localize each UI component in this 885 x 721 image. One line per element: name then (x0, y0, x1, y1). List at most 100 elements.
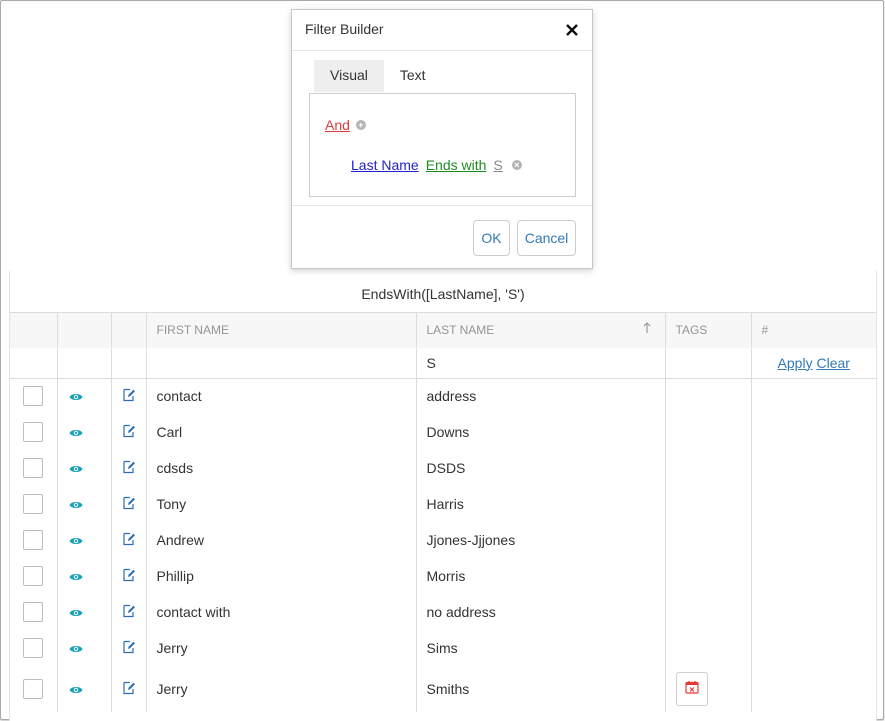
view-eye-icon[interactable] (69, 533, 83, 549)
number-cell (751, 594, 876, 630)
condition-value-link[interactable]: S (493, 157, 502, 173)
number-cell (751, 522, 876, 558)
apply-filter-link[interactable]: Apply (778, 355, 813, 371)
view-eye-icon[interactable] (69, 605, 83, 621)
edit-pencil-icon[interactable] (122, 681, 136, 698)
row-select-cell (10, 558, 58, 594)
edit-pencil-icon[interactable] (122, 424, 136, 441)
first-name-cell: contact with (146, 594, 417, 630)
cancel-button[interactable]: Cancel (517, 220, 576, 256)
window-frame: EndsWith([LastName], 'S') FIRST NAME LAS… (0, 0, 884, 721)
edit-pencil-icon[interactable] (122, 532, 136, 549)
number-cell (751, 450, 876, 486)
filter-cell-select (10, 347, 58, 379)
condition-operation-link[interactable]: Ends with (426, 157, 487, 173)
last-name-cell: Smiths (416, 666, 666, 712)
row-view-cell (57, 666, 112, 712)
condition-field-link[interactable]: Last Name (351, 157, 419, 173)
row-edit-cell (111, 666, 147, 712)
row-view-cell (57, 486, 112, 522)
table-row: contact address (10, 378, 876, 414)
number-cell (751, 558, 876, 594)
header-tags[interactable]: TAGS (665, 313, 752, 348)
view-eye-icon[interactable] (69, 461, 83, 477)
row-checkbox[interactable] (23, 422, 43, 442)
view-eye-icon[interactable] (69, 425, 83, 441)
row-view-cell (57, 378, 112, 414)
ok-button[interactable]: OK (473, 220, 510, 256)
last-name-cell: DSDS (416, 450, 666, 486)
edit-pencil-icon[interactable] (122, 388, 136, 405)
group-operator-link[interactable]: And (325, 117, 350, 133)
row-edit-cell (111, 486, 147, 522)
first-name-filter-input[interactable] (156, 354, 406, 371)
first-name-cell: Jerry (146, 630, 417, 666)
condition-row: Last Name Ends with S × (351, 157, 522, 173)
table-row: Tony Harris (10, 486, 876, 522)
tags-cell (665, 558, 752, 594)
close-icon[interactable] (564, 19, 580, 39)
edit-pencil-icon[interactable] (122, 460, 136, 477)
last-name-filter-input[interactable] (426, 354, 655, 371)
view-eye-icon[interactable] (69, 682, 83, 698)
row-select-cell (10, 486, 58, 522)
calendar-icon[interactable] (675, 672, 708, 706)
row-select-cell (10, 378, 58, 414)
edit-pencil-icon[interactable] (122, 604, 136, 621)
table-row: contact with no address (10, 594, 876, 630)
row-checkbox[interactable] (23, 386, 43, 407)
header-view (57, 313, 112, 348)
row-checkbox[interactable] (23, 494, 43, 514)
first-name-cell: Carl (146, 414, 417, 450)
row-edit-cell (111, 558, 147, 594)
tab-visual[interactable]: Visual (314, 60, 384, 92)
row-checkbox[interactable] (23, 530, 43, 550)
tags-cell (665, 630, 752, 666)
row-checkbox[interactable] (23, 679, 43, 699)
row-checkbox[interactable] (23, 638, 43, 658)
grid-body: contact address Carl Downs cdsds DSDS Tony Harr… (10, 378, 876, 712)
tags-cell (665, 666, 752, 712)
view-eye-icon[interactable] (69, 569, 83, 585)
row-edit-cell (111, 630, 147, 666)
first-name-cell: contact (146, 378, 417, 414)
dialog-footer-divider (292, 205, 592, 206)
filter-cell-tags (665, 347, 752, 379)
row-edit-cell (111, 450, 147, 486)
tags-cell (665, 414, 752, 450)
tags-cell (665, 378, 752, 414)
header-last-name[interactable]: LAST NAME (416, 313, 666, 348)
last-name-cell: no address (416, 594, 666, 630)
tab-text[interactable]: Text (384, 60, 442, 92)
view-eye-icon[interactable] (69, 641, 83, 657)
number-cell (751, 414, 876, 450)
edit-pencil-icon[interactable] (122, 496, 136, 513)
row-edit-cell (111, 378, 147, 414)
table-row: cdsds DSDS (10, 450, 876, 486)
row-select-cell (10, 414, 58, 450)
header-first-name[interactable]: FIRST NAME (146, 313, 417, 348)
clear-filter-link[interactable]: Clear (816, 355, 849, 371)
view-eye-icon[interactable] (69, 389, 83, 405)
header-number[interactable]: # (751, 313, 876, 348)
first-name-cell: Jerry (146, 666, 417, 712)
row-view-cell (57, 450, 112, 486)
row-checkbox[interactable] (23, 602, 43, 622)
tags-cell (665, 594, 752, 630)
row-edit-cell (111, 594, 147, 630)
table-row: Jerry Smiths (10, 666, 876, 712)
edit-pencil-icon[interactable] (122, 640, 136, 657)
filter-cell-first-name (146, 347, 417, 379)
row-checkbox[interactable] (23, 566, 43, 586)
add-condition-icon[interactable]: + (355, 120, 366, 131)
filter-builder-dialog: Filter Builder Visual Text And + Last Name… (291, 9, 593, 269)
row-checkbox[interactable] (23, 458, 43, 478)
edit-pencil-icon[interactable] (122, 568, 136, 585)
builder-tabs: Visual Text (314, 60, 442, 92)
remove-condition-icon[interactable]: × (511, 160, 522, 171)
first-name-cell: Tony (146, 486, 417, 522)
group-row: And + (325, 117, 366, 133)
view-eye-icon[interactable] (69, 497, 83, 513)
table-row: Andrew Jjones-Jjjones (10, 522, 876, 558)
tags-cell (665, 522, 752, 558)
